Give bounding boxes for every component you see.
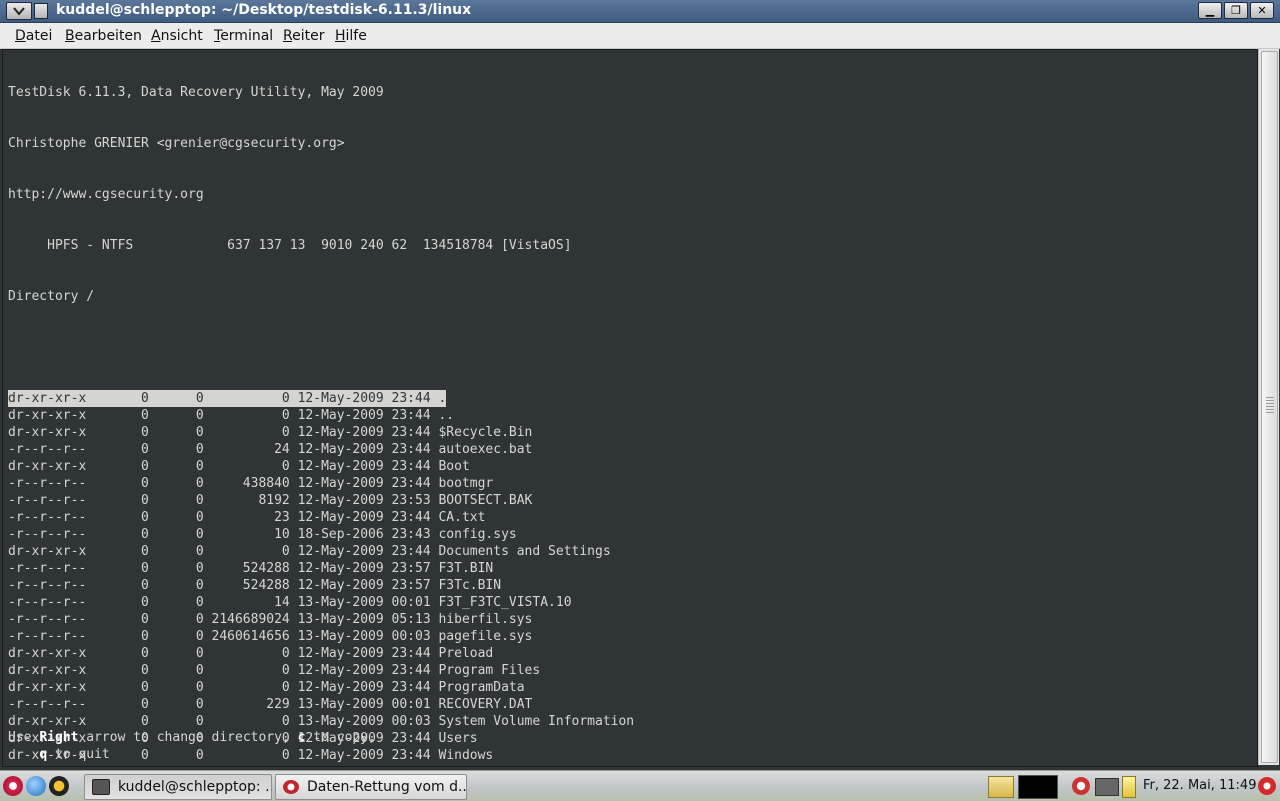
mail-icon[interactable] — [988, 776, 1014, 798]
partition-line: HPFS - NTFS 637 137 13 9010 240 62 13451… — [8, 238, 572, 253]
battery-icon[interactable] — [1122, 776, 1136, 798]
file-entry[interactable]: dr-xr-xr-x 0 0 0 12-May-2009 23:44 Progr… — [8, 679, 634, 696]
power-icon[interactable] — [1258, 777, 1276, 795]
browser-launcher-icon[interactable] — [26, 776, 46, 796]
file-entry[interactable]: -r--r--r-- 0 0 14 13-May-2009 00:01 F3T_… — [8, 594, 634, 611]
terminal-icon — [92, 779, 110, 795]
file-entry[interactable]: dr-xr-xr-x 0 0 0 12-May-2009 23:44 Progr… — [8, 662, 634, 679]
taskbar: kuddel@schlepptop: ... Daten-Rettung vom… — [0, 770, 1280, 801]
header-line: Christophe GRENIER <grenier@cgsecurity.o… — [8, 136, 345, 151]
file-entry[interactable]: dr-xr-xr-x 0 0 0 12-May-2009 23:44 .. — [8, 407, 634, 424]
maximize-button[interactable]: ❐ — [1224, 2, 1248, 19]
chevron-down-icon — [13, 7, 25, 16]
menu-bearbeiten[interactable]: Bearbeiten — [65, 28, 142, 44]
file-entry[interactable]: dr-xr-xr-x 0 0 0 12-May-2009 23:44 $Recy… — [8, 424, 634, 441]
minimize-button[interactable]: ▁ — [1198, 2, 1222, 19]
window-titlebar[interactable]: kuddel@schlepptop: ~/Desktop/testdisk-6.… — [0, 0, 1280, 23]
file-entry[interactable]: -r--r--r-- 0 0 524288 12-May-2009 23:57 … — [8, 577, 634, 594]
menubar: Datei Bearbeiten Ansicht Terminal Reiter… — [0, 23, 1280, 49]
file-entry[interactable]: dr-xr-xr-x 0 0 0 13-May-2009 00:03 Syste… — [8, 713, 634, 730]
update-notifier-icon[interactable] — [1072, 777, 1090, 795]
file-entry[interactable]: dr-xr-xr-x 0 0 0 12-May-2009 23:44 Boot — [8, 458, 634, 475]
file-entry[interactable]: -r--r--r-- 0 0 2460614656 13-May-2009 00… — [8, 628, 634, 645]
file-entry[interactable]: -r--r--r-- 0 0 229 13-May-2009 00:01 REC… — [8, 696, 634, 713]
task-browser[interactable]: Daten-Rettung vom d... — [275, 774, 467, 800]
window-menu-button[interactable] — [6, 2, 32, 20]
file-entry[interactable]: -r--r--r-- 0 0 24 12-May-2009 23:44 auto… — [8, 441, 634, 458]
workspace-pager[interactable] — [1018, 775, 1058, 799]
file-entry[interactable]: dr-xr-xr-x 0 0 0 12-May-2009 23:44 Docum… — [8, 543, 634, 560]
network-icon[interactable] — [1095, 778, 1119, 796]
file-entry[interactable]: dr-xr-xr-x 0 0 0 12-May-2009 23:44 Prelo… — [8, 645, 634, 662]
terminal-area[interactable]: TestDisk 6.11.3, Data Recovery Utility, … — [2, 49, 1258, 767]
file-entry[interactable]: -r--r--r-- 0 0 438840 12-May-2009 23:44 … — [8, 475, 634, 492]
grip-icon — [1266, 397, 1274, 415]
clock[interactable]: Fr, 22. Mai, 11:49 — [1143, 778, 1256, 793]
menu-reiter[interactable]: Reiter — [283, 28, 324, 44]
menu-hilfe[interactable]: Hilfe — [335, 28, 367, 44]
file-entry[interactable]: -r--r--r-- 0 0 2146689024 13-May-2009 05… — [8, 611, 634, 628]
menu-terminal[interactable]: Terminal — [214, 28, 273, 44]
file-entry[interactable]: dr-xr-xr-x 0 0 0 12-May-2009 23:44 . — [8, 390, 634, 407]
window-shade-button[interactable] — [34, 3, 48, 19]
menu-datei[interactable]: Datei — [15, 28, 52, 44]
app-launcher-icon[interactable] — [49, 776, 69, 796]
scrollbar-thumb[interactable] — [1261, 51, 1278, 763]
terminal-scrollbar[interactable] — [1258, 49, 1279, 765]
selected-entry-highlight: dr-xr-xr-x 0 0 0 12-May-2009 23:44 . — [8, 390, 447, 407]
terminal-output: TestDisk 6.11.3, Data Recovery Utility, … — [8, 50, 634, 798]
file-entry[interactable]: -r--r--r-- 0 0 524288 12-May-2009 23:57 … — [8, 560, 634, 577]
file-list: dr-xr-xr-x 0 0 0 12-May-2009 23:44 . dr-x… — [8, 390, 634, 764]
header-line: TestDisk 6.11.3, Data Recovery Utility, … — [8, 85, 384, 100]
file-entry[interactable]: -r--r--r-- 0 0 10 18-Sep-2006 23:43 conf… — [8, 526, 634, 543]
task-terminal[interactable]: kuddel@schlepptop: ... — [84, 774, 272, 800]
debian-menu-icon[interactable] — [3, 776, 23, 796]
window-title: kuddel@schlepptop: ~/Desktop/testdisk-6.… — [56, 2, 472, 18]
close-button[interactable]: ✕ — [1250, 2, 1274, 19]
header-line: http://www.cgsecurity.org — [8, 187, 204, 202]
file-entry[interactable]: -r--r--r-- 0 0 8192 12-May-2009 23:53 BO… — [8, 492, 634, 509]
directory-line: Directory / — [8, 289, 95, 304]
browser-icon — [283, 780, 299, 794]
menu-ansicht[interactable]: Ansicht — [151, 28, 203, 44]
help-footer: Use Right arrow to change directory, c t… — [8, 730, 376, 762]
file-entry[interactable]: -r--r--r-- 0 0 23 12-May-2009 23:44 CA.t… — [8, 509, 634, 526]
